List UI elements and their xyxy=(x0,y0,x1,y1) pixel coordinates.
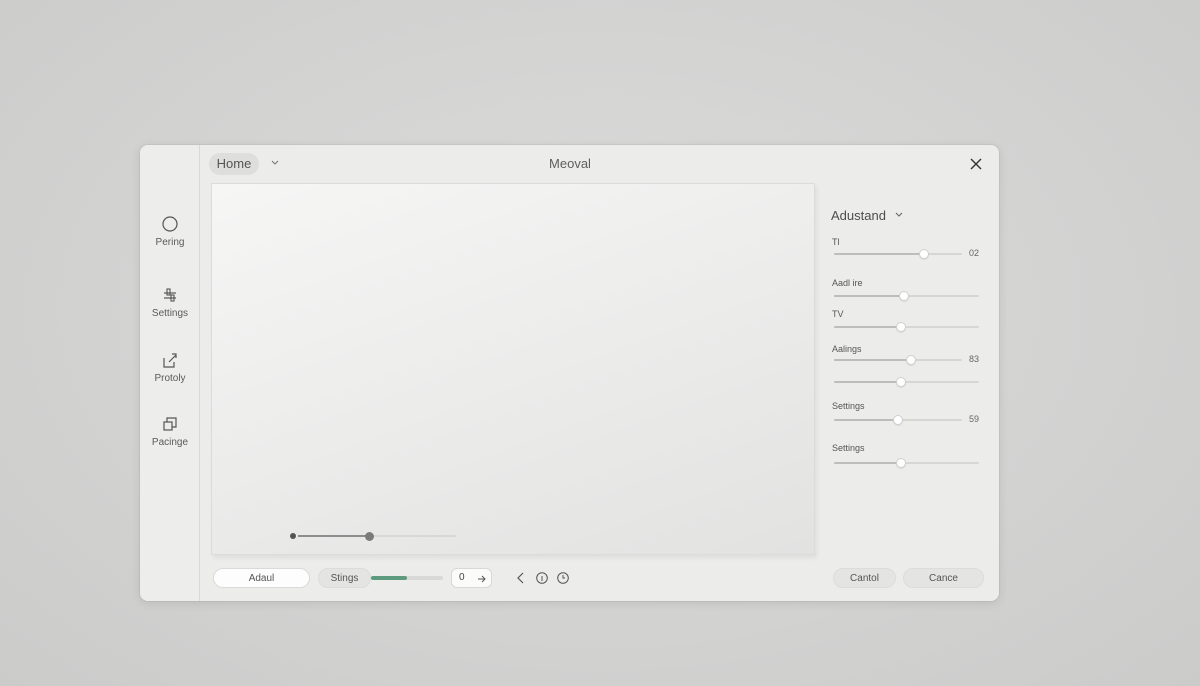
slider-thumb[interactable] xyxy=(365,532,375,541)
slider-fill xyxy=(834,381,901,383)
adaul-button[interactable]: Adaul xyxy=(213,568,310,588)
circle-icon xyxy=(162,216,178,232)
clock-icon[interactable] xyxy=(556,571,570,585)
slider-fill xyxy=(834,419,898,421)
canvas-area[interactable] xyxy=(211,183,815,555)
slider-thumb[interactable] xyxy=(918,249,929,259)
slider-thumb[interactable] xyxy=(895,322,906,332)
parameter-label: Settings xyxy=(832,443,865,453)
slider-thumb[interactable] xyxy=(905,355,916,365)
left-rail: Pering Settings Protoly Pacinge xyxy=(140,145,200,601)
parameter-label: Aadl ire xyxy=(832,278,863,288)
chevron-left-icon[interactable] xyxy=(514,571,528,585)
slider-start-dot xyxy=(290,533,296,539)
sliders-icon xyxy=(164,288,176,302)
slider-fill xyxy=(834,326,901,328)
home-tab[interactable]: Home xyxy=(209,153,259,175)
progress-bar xyxy=(371,576,443,580)
parameter-slider[interactable] xyxy=(834,415,962,425)
slider-thumb[interactable] xyxy=(898,291,909,301)
rail-item-protoly[interactable]: Protoly xyxy=(140,351,200,384)
parameter-value: 83 xyxy=(969,354,980,364)
panel-title: Adustand xyxy=(831,208,886,223)
close-icon[interactable] xyxy=(969,157,983,171)
layers-icon xyxy=(163,417,177,431)
rail-item-label: Pacinge xyxy=(151,437,189,448)
rail-item-label: Settings xyxy=(151,308,189,319)
rail-item-label: Protoly xyxy=(154,373,186,384)
number-value: 0 xyxy=(459,572,465,583)
dialog-window: Pering Settings Protoly Pacinge Home Meo… xyxy=(140,145,999,601)
arrow-right-icon[interactable] xyxy=(477,574,487,584)
parameter-label: Tl xyxy=(832,237,840,247)
number-field[interactable]: 0 xyxy=(451,568,492,588)
rail-item-label: Pering xyxy=(155,237,185,248)
slider-thumb[interactable] xyxy=(893,415,903,425)
parameter-slider[interactable] xyxy=(834,355,962,365)
slider-thumb[interactable] xyxy=(895,458,906,468)
parameter-slider[interactable] xyxy=(834,249,962,259)
parameter-label: Settings xyxy=(832,401,865,411)
slider-fill xyxy=(834,462,901,464)
slider-thumb[interactable] xyxy=(895,377,906,387)
progress-fill xyxy=(371,576,407,580)
cancel-secondary-button[interactable]: Cance xyxy=(903,568,984,588)
export-icon xyxy=(163,353,177,368)
chevron-down-icon[interactable] xyxy=(894,211,904,219)
rail-item-pering[interactable]: Pering xyxy=(140,215,200,248)
parameter-label: TV xyxy=(832,309,844,319)
parameter-slider[interactable] xyxy=(834,291,979,301)
parameter-label: Aalings xyxy=(832,344,862,354)
info-icon[interactable] xyxy=(535,571,549,585)
slider-track xyxy=(298,532,456,541)
settings-button[interactable]: Stings xyxy=(318,568,371,588)
slider-fill xyxy=(298,535,370,537)
parameter-value: 02 xyxy=(969,248,980,258)
cancel-button[interactable]: Cantol xyxy=(833,568,896,588)
window-title: Meoval xyxy=(549,156,591,171)
rail-item-settings[interactable]: Settings xyxy=(140,286,200,319)
parameter-slider[interactable] xyxy=(834,377,979,387)
parameter-slider[interactable] xyxy=(834,322,979,332)
canvas-slider[interactable] xyxy=(290,530,460,542)
rail-item-pacinge[interactable]: Pacinge xyxy=(140,415,200,448)
slider-fill xyxy=(834,253,924,255)
slider-fill xyxy=(834,295,904,297)
chevron-down-icon[interactable] xyxy=(270,159,280,167)
parameter-value: 59 xyxy=(969,414,980,424)
parameter-slider[interactable] xyxy=(834,458,979,468)
slider-fill xyxy=(834,359,911,361)
